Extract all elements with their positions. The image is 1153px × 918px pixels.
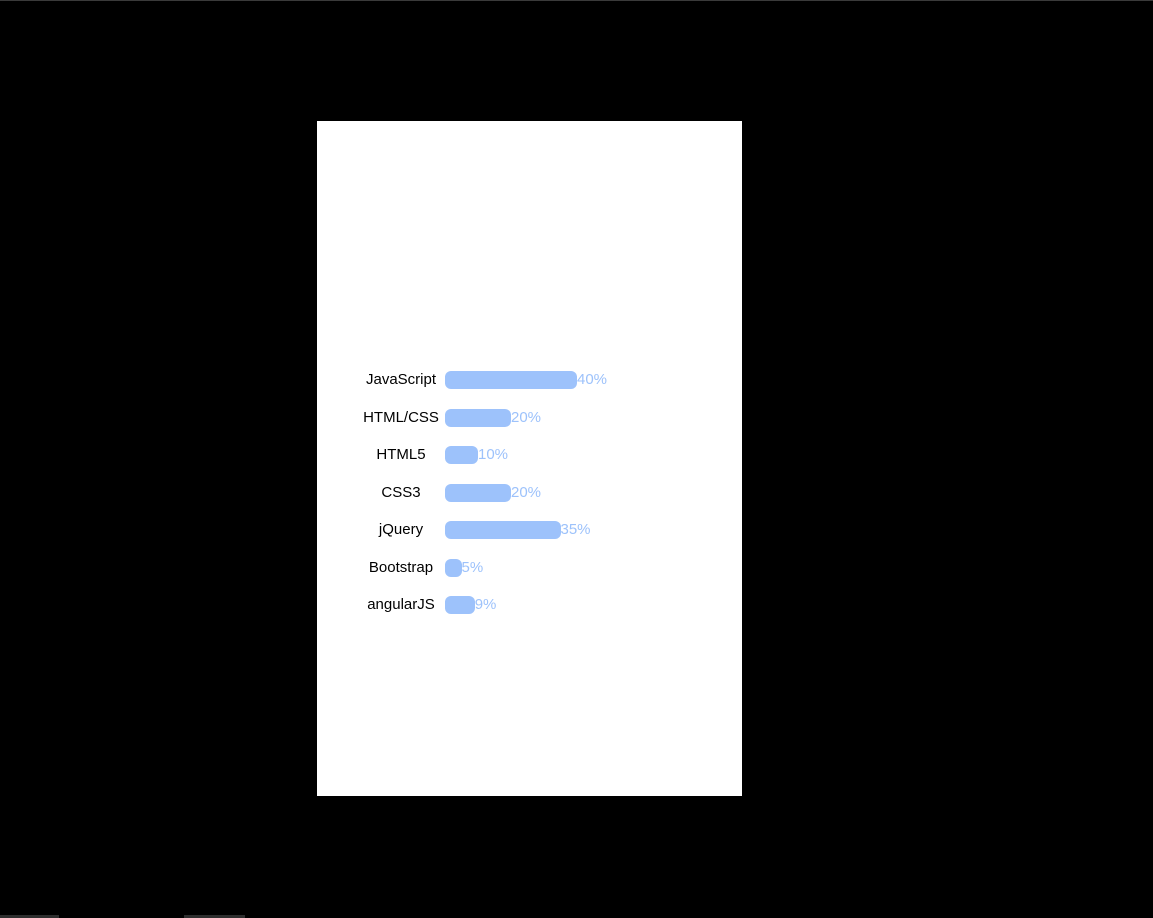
bar-row: angularJS 9% — [317, 595, 742, 615]
category-label: Bootstrap — [368, 559, 434, 576]
bar — [445, 409, 511, 427]
bar-row: HTML5 10% — [317, 445, 742, 465]
bar-row: JavaScript 40% — [317, 370, 742, 390]
skills-bar-chart: JavaScript 40% HTML/CSS 20% HTML5 10% CSS3 20% j… — [317, 121, 742, 796]
bar — [445, 521, 561, 539]
value-label: 20% — [511, 409, 542, 426]
category-label: angularJS — [367, 596, 435, 613]
value-label: 10% — [478, 446, 509, 463]
bar — [445, 484, 511, 502]
bar-track: 40% — [445, 371, 725, 389]
window-top-edge — [0, 0, 1153, 1]
category-label: HTML/CSS — [363, 409, 439, 426]
bar-row: jQuery 35% — [317, 520, 742, 540]
bar-track: 5% — [445, 559, 725, 577]
category-label: JavaScript — [365, 371, 437, 388]
value-label: 5% — [461, 559, 484, 576]
bar — [445, 371, 577, 389]
bar-row: Bootstrap 5% — [317, 558, 742, 578]
category-label: jQuery — [378, 521, 424, 538]
bar — [445, 446, 478, 464]
bar-track: 10% — [445, 446, 725, 464]
category-label: CSS3 — [381, 484, 421, 501]
chart-panel: JavaScript 40% HTML/CSS 20% HTML5 10% CSS3 20% j… — [317, 121, 742, 796]
bar-track: 35% — [445, 521, 725, 539]
bar — [445, 559, 462, 577]
bar-row: CSS3 20% — [317, 483, 742, 503]
value-label: 9% — [474, 596, 497, 613]
category-label: HTML5 — [376, 446, 426, 463]
bar-row: HTML/CSS 20% — [317, 408, 742, 428]
bar-track: 20% — [445, 484, 725, 502]
value-label: 20% — [511, 484, 542, 501]
value-label: 40% — [577, 371, 608, 388]
bar-track: 20% — [445, 409, 725, 427]
bar — [445, 596, 475, 614]
bar-track: 9% — [445, 596, 725, 614]
value-label: 35% — [560, 521, 591, 538]
